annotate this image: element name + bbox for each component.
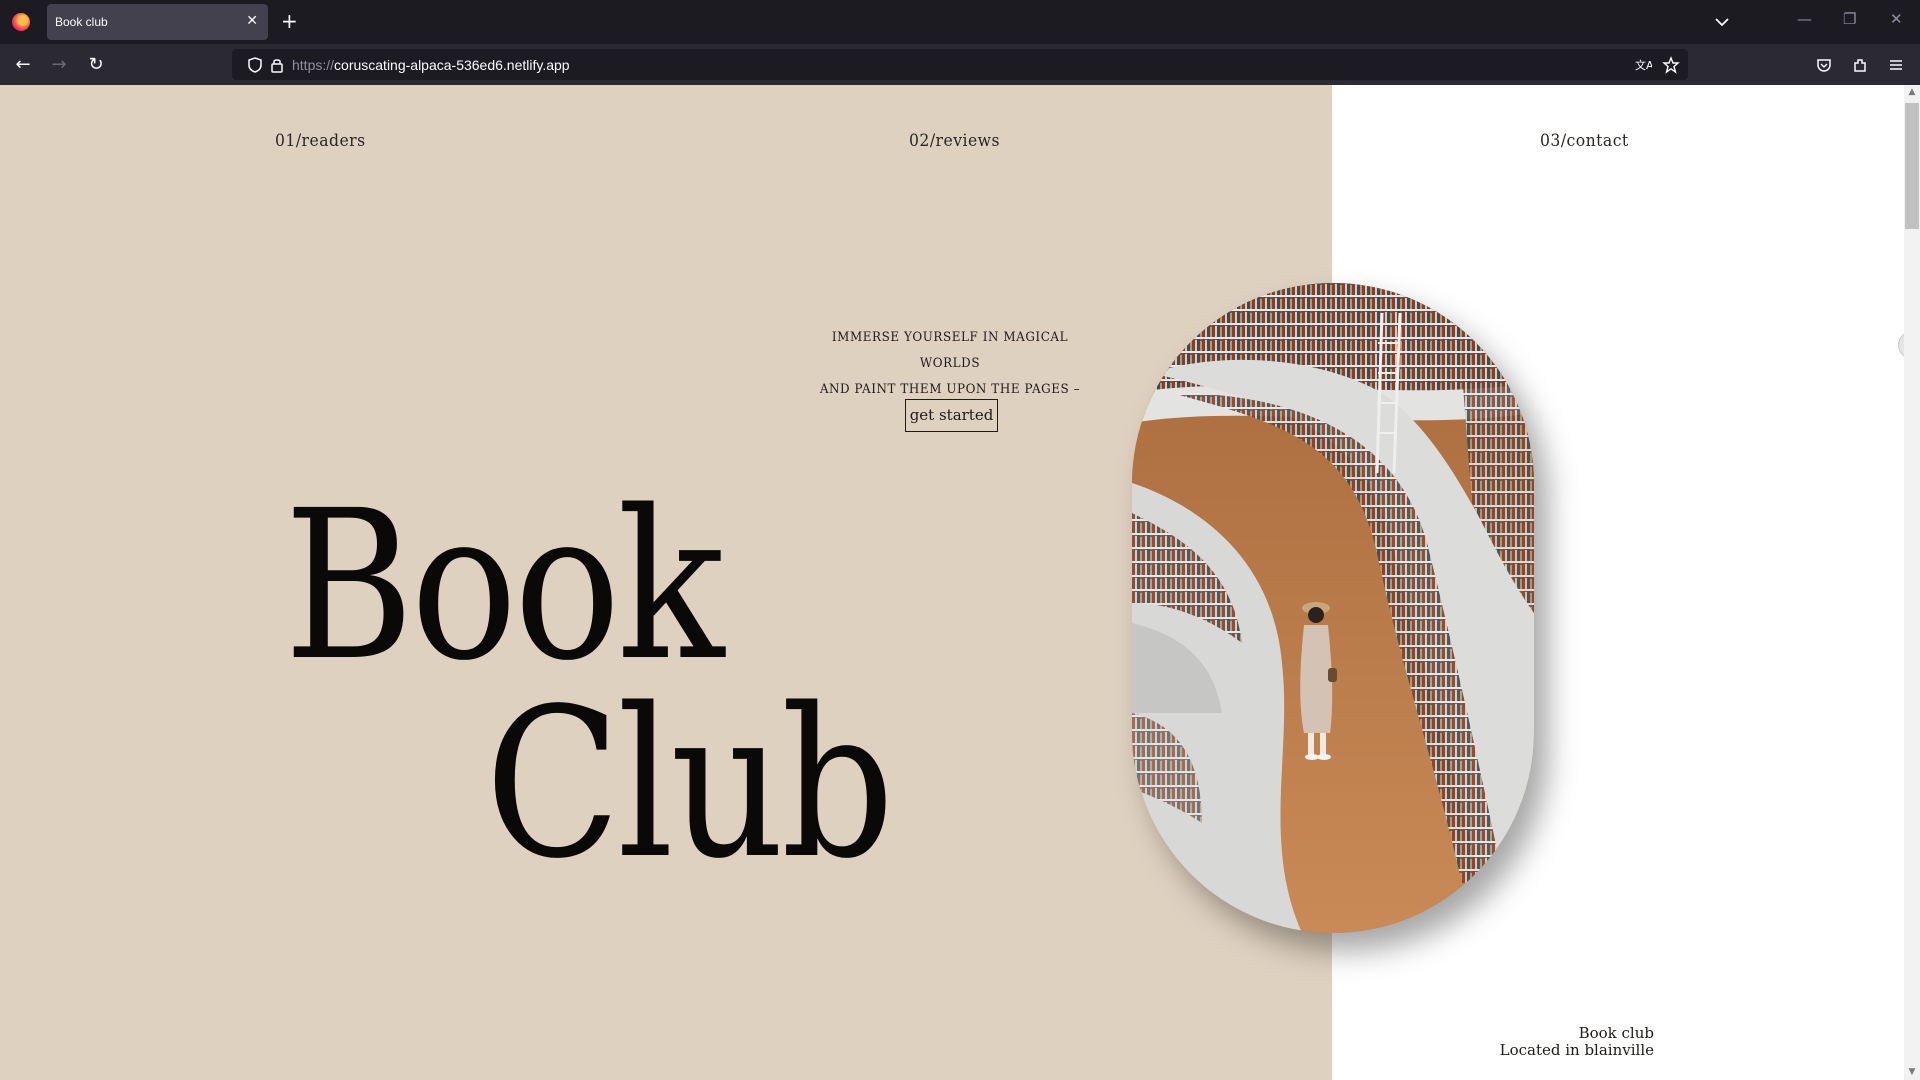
scroll-down-arrow-icon[interactable]: ▼ xyxy=(1907,1067,1917,1077)
lock-icon[interactable] xyxy=(268,56,286,74)
hero-tagline: Immerse yourself in magical worlds and p… xyxy=(812,325,1088,403)
library-illustration xyxy=(1132,283,1534,933)
hero-title-club: Club xyxy=(485,664,894,904)
reload-icon[interactable]: ↻ xyxy=(84,53,108,77)
library-photo xyxy=(1132,283,1534,933)
scroll-up-arrow-icon[interactable]: ▲ xyxy=(1907,87,1917,97)
webpage: 01/readers 02/reviews 03/contact Immerse… xyxy=(0,85,1920,1080)
tab-title: Book club xyxy=(55,15,108,29)
url-protocol: https:// xyxy=(292,57,335,73)
url-text[interactable]: https://coruscating-alpaca-536ed6.netlif… xyxy=(292,57,570,73)
back-icon[interactable]: ← xyxy=(11,53,35,77)
nav-link-contact[interactable]: 03/contact xyxy=(1540,131,1629,151)
tagline-line-1: Immerse yourself in magical worlds xyxy=(831,330,1069,371)
get-started-button[interactable]: get started xyxy=(905,399,998,432)
menu-hamburger-icon[interactable] xyxy=(1887,56,1905,74)
close-tab-icon[interactable]: ✕ xyxy=(246,13,258,29)
svg-text:文A: 文A xyxy=(1635,58,1652,72)
nav-link-readers[interactable]: 01/readers xyxy=(275,131,366,151)
url-host: coruscating-alpaca-536ed6.netlify.app xyxy=(334,57,570,73)
minimize-icon[interactable]: — xyxy=(1797,10,1812,28)
forward-icon[interactable]: → xyxy=(47,53,71,77)
address-bar[interactable]: https://coruscating-alpaca-536ed6.netlif… xyxy=(232,49,1688,80)
nav-link-reviews[interactable]: 02/reviews xyxy=(909,131,1000,151)
location-line-2: Located in blainville xyxy=(1499,1041,1654,1059)
navigation-toolbar: ← → ↻ https://coruscating-alpaca-536ed6.… xyxy=(0,44,1920,85)
pocket-icon[interactable] xyxy=(1815,56,1833,74)
bookmark-star-icon[interactable] xyxy=(1662,56,1680,74)
translate-icon[interactable]: 文A xyxy=(1634,56,1652,74)
location-line-1: Book club xyxy=(1578,1024,1654,1042)
firefox-logo-icon xyxy=(12,13,30,31)
restore-icon[interactable]: ❐ xyxy=(1843,10,1856,28)
hero-title-book: Book xyxy=(284,466,725,706)
new-tab-button[interactable]: + xyxy=(281,10,298,32)
extensions-icon[interactable] xyxy=(1851,56,1869,74)
list-all-tabs-icon[interactable] xyxy=(1712,12,1732,32)
tab-strip: Book club ✕ + — ❐ ✕ xyxy=(0,0,1920,44)
close-window-icon[interactable]: ✕ xyxy=(1890,10,1903,28)
tab-book-club[interactable]: Book club ✕ xyxy=(47,4,268,40)
tracking-protection-shield-icon[interactable] xyxy=(246,56,264,74)
scrollbar-track[interactable] xyxy=(1904,85,1920,1080)
scrollbar-thumb[interactable] xyxy=(1905,103,1919,229)
location-note: Book club Located in blainville xyxy=(1500,1025,1654,1059)
